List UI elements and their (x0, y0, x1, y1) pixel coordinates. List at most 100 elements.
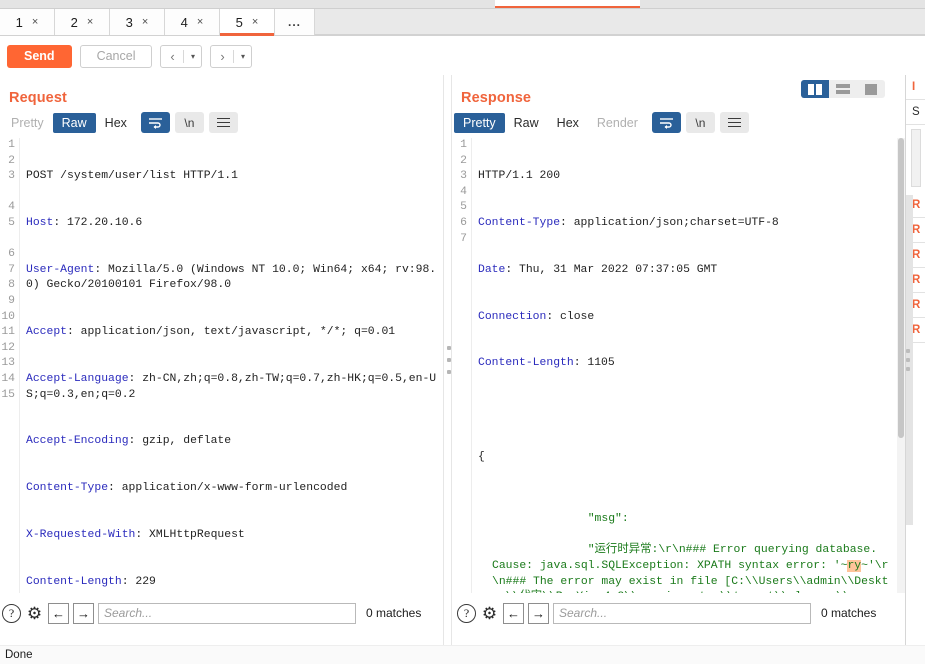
pane-divider[interactable] (443, 75, 452, 645)
find-prev-button[interactable]: ← (503, 602, 524, 624)
request-editor[interactable]: 1 2 3. 4 5. 6 7 8 9 10 11 12 13 14 (0, 138, 443, 593)
response-line: Content-Length: 1105 (478, 357, 615, 370)
response-search-input[interactable] (553, 602, 811, 624)
search-highlight: ry (847, 560, 862, 573)
request-tab-hex[interactable]: Hex (96, 113, 136, 133)
request-find-bar: ? ⚙ ← → 0 matches (2, 600, 443, 626)
close-icon[interactable]: × (87, 16, 93, 28)
inspector-value-box[interactable] (911, 129, 921, 187)
repeater-tab-4[interactable]: 4 × (165, 9, 220, 35)
request-response-split: Request Pretty Raw Hex \n 1 2 3. (0, 75, 925, 645)
status-bar: Done (0, 645, 925, 664)
inspector-panel: I S R R R R R R (905, 75, 925, 664)
request-line: POST /system/user/list HTTP/1.1 (26, 170, 238, 183)
find-prev-button[interactable]: ← (48, 602, 69, 624)
master-tab-0[interactable] (0, 0, 120, 8)
gear-icon[interactable]: ⚙ (25, 604, 44, 623)
response-tab-raw[interactable]: Raw (505, 113, 548, 133)
request-line: X-Requested-With: XMLHttpRequest (26, 528, 245, 541)
response-editor[interactable]: 1 2 3 4 5 6 7 HTTP/1.1 200 Content-Type:… (452, 138, 905, 593)
repeater-tab-label: 1 (15, 14, 23, 30)
response-line: Content-Type: application/json;charset=U… (478, 216, 779, 229)
back-button[interactable]: ‹ ▾ (160, 44, 203, 68)
repeater-tab-1[interactable]: 1 × (0, 9, 55, 35)
action-toolbar: Send Cancel ‹ ▾ › ▾ (0, 37, 925, 75)
gear-icon[interactable]: ⚙ (480, 604, 499, 623)
help-icon[interactable]: ? (2, 603, 21, 623)
chevron-left-icon: ‹ (170, 48, 175, 64)
repeater-tab-bar: 1 × 2 × 3 × 4 × 5 × ... (0, 9, 925, 36)
master-tab-5[interactable] (640, 0, 775, 8)
show-newlines-icon[interactable]: \n (174, 112, 204, 133)
pane-resize-grip[interactable] (445, 340, 452, 380)
master-tab-2[interactable] (230, 0, 340, 8)
request-pane: Request Pretty Raw Hex \n 1 2 3. (0, 75, 443, 645)
response-line (478, 403, 895, 419)
response-find-bar: ? ⚙ ← → 0 matches (457, 600, 905, 626)
request-line: Accept: application/json, text/javascrip… (26, 326, 396, 339)
response-format-bar: Pretty Raw Hex Render \n (452, 106, 905, 138)
response-tab-pretty[interactable]: Pretty (454, 112, 505, 133)
json-msg-part-1: "运行时异常:\r\n### Error querying database. … (492, 544, 891, 573)
inspector-section-header[interactable]: I (906, 75, 925, 100)
close-icon[interactable]: × (32, 16, 38, 28)
master-tab-repeater[interactable] (495, 0, 640, 8)
chevron-down-icon[interactable]: ▾ (184, 46, 201, 67)
repeater-tab-3[interactable]: 3 × (110, 9, 165, 35)
response-line-numbers: 1 2 3 4 5 6 7 (452, 138, 472, 593)
request-tab-raw[interactable]: Raw (52, 112, 96, 133)
repeater-tab-label: 3 (125, 14, 133, 30)
response-menu-icon[interactable] (719, 112, 749, 133)
help-icon[interactable]: ? (457, 603, 476, 623)
burp-repeater-window: 1 × 2 × 3 × 4 × 5 × ... Send Cancel ‹ ▾ (0, 0, 925, 664)
close-icon[interactable]: × (197, 16, 203, 28)
master-tab-3[interactable] (340, 0, 495, 8)
master-tab-strip (0, 0, 925, 9)
request-search-input[interactable] (98, 602, 356, 624)
response-pane: Response Pretty Raw Hex Render \n 1 2 3 … (452, 75, 905, 645)
word-wrap-icon[interactable] (140, 112, 170, 133)
response-json-body: "msg": "运行时异常:\r\n### Error querying dat… (478, 497, 895, 593)
response-line: { (478, 450, 485, 463)
response-tab-render[interactable]: Render (588, 113, 647, 133)
request-line: Host: 172.20.10.6 (26, 216, 143, 229)
response-scrollbar[interactable] (897, 138, 905, 593)
request-line: Content-Length: 229 (26, 575, 156, 588)
request-line: Content-Type: application/x-www-form-url… (26, 482, 348, 495)
response-line: Connection: close (478, 310, 595, 323)
response-tab-hex[interactable]: Hex (548, 113, 588, 133)
inspector-resize-grip[interactable] (906, 347, 912, 373)
request-tab-pretty[interactable]: Pretty (2, 113, 53, 133)
layout-stacked-button[interactable] (829, 80, 857, 98)
request-line-numbers: 1 2 3. 4 5. 6 7 8 9 10 11 12 13 14 (0, 138, 20, 593)
layout-side-by-side-button[interactable] (801, 80, 829, 98)
repeater-tab-label: 5 (235, 14, 243, 30)
request-line: User-Agent: Mozilla/5.0 (Windows NT 10.0… (26, 263, 437, 292)
layout-single-button[interactable] (857, 80, 885, 98)
inspector-section-selection[interactable]: S (906, 100, 925, 125)
repeater-tab-overflow[interactable]: ... (275, 9, 315, 35)
request-code[interactable]: POST /system/user/list HTTP/1.1 Host: 17… (20, 138, 443, 593)
master-tab-1[interactable] (120, 0, 230, 8)
repeater-tab-2[interactable]: 2 × (55, 9, 110, 35)
request-title: Request (9, 90, 67, 106)
json-key-msg: "msg" (587, 513, 622, 526)
forward-button[interactable]: › ▾ (210, 44, 253, 68)
close-icon[interactable]: × (252, 16, 258, 28)
request-match-count: 0 matches (366, 606, 422, 620)
repeater-tab-5[interactable]: 5 × (220, 9, 275, 36)
repeater-tab-label: 4 (180, 14, 188, 30)
cancel-button[interactable]: Cancel (79, 44, 153, 68)
response-code[interactable]: HTTP/1.1 200 Content-Type: application/j… (472, 138, 905, 593)
word-wrap-icon[interactable] (651, 112, 681, 133)
request-line: Accept-Encoding: gzip, deflate (26, 435, 232, 448)
chevron-down-icon[interactable]: ▾ (234, 46, 251, 67)
repeater-tab-label: 2 (70, 14, 78, 30)
tab-filler (315, 9, 925, 35)
send-button[interactable]: Send (7, 44, 72, 68)
close-icon[interactable]: × (142, 16, 148, 28)
find-next-button[interactable]: → (528, 602, 549, 624)
show-newlines-icon[interactable]: \n (685, 112, 715, 133)
request-menu-icon[interactable] (208, 112, 238, 133)
find-next-button[interactable]: → (73, 602, 94, 624)
